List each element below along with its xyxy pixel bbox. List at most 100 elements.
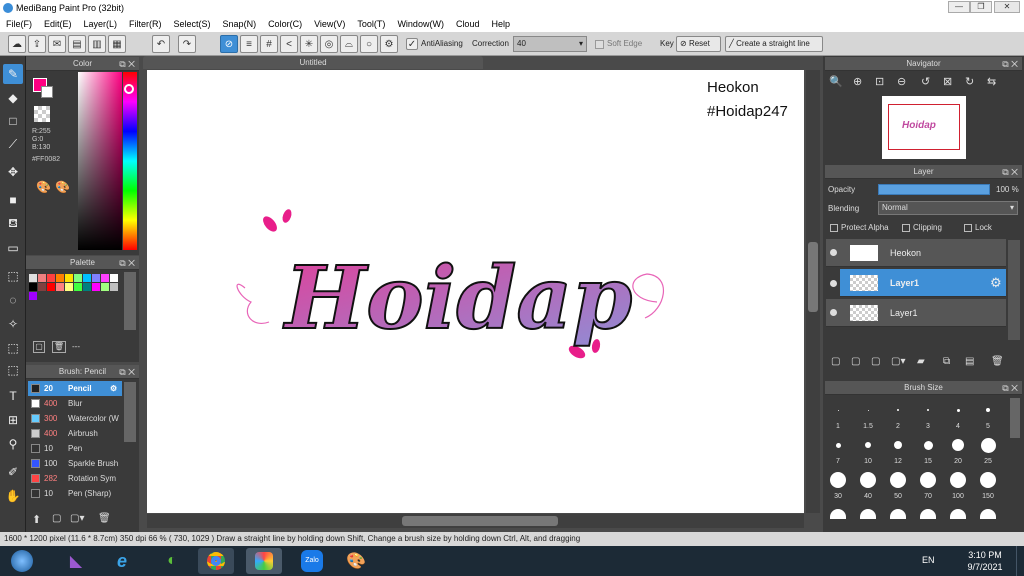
brush-size-dot[interactable] [950, 509, 966, 519]
ellipse-snap-icon[interactable]: ○ [360, 35, 378, 53]
menu-help[interactable]: Help [485, 19, 516, 29]
gear-icon[interactable]: ⚙ [990, 275, 1002, 291]
merge-layer-icon[interactable]: ▤ [965, 356, 974, 367]
brush-size-dot[interactable] [830, 472, 846, 488]
flip-icon[interactable]: ⇆ [987, 75, 996, 88]
document-icon[interactable]: ▥ [88, 35, 106, 53]
show-desktop-button[interactable] [1016, 546, 1024, 576]
close-icon[interactable]: ⧉ ✕ [1002, 165, 1018, 179]
horizontal-scroll-thumb[interactable] [402, 516, 558, 526]
palette-swatch[interactable] [83, 274, 91, 282]
parallel-snap-icon[interactable]: ≡ [240, 35, 258, 53]
rotate-left-icon[interactable]: ↺ [921, 75, 930, 88]
palette-swatch[interactable] [38, 283, 46, 291]
undo-icon[interactable]: ↶ [152, 35, 170, 53]
brush-size-dot[interactable] [952, 439, 964, 451]
palette-swatch[interactable] [110, 274, 118, 282]
brush-item[interactable]: 100 Sparkle Brush [28, 456, 122, 471]
rectangle-tool-icon[interactable]: □ [3, 111, 23, 131]
palette-swatch[interactable] [65, 274, 73, 282]
palette-swatch[interactable] [56, 283, 64, 291]
pen-tool-icon[interactable]: ✐ [3, 462, 23, 482]
zoom-in-icon[interactable]: ⊕ [853, 75, 862, 88]
eye-icon[interactable] [830, 280, 837, 287]
rotate-right-icon[interactable]: ↻ [965, 75, 974, 88]
vertical-scroll-thumb[interactable] [808, 242, 818, 312]
magic-wand-icon[interactable]: ✧ [3, 314, 23, 334]
palette-swatch[interactable] [47, 283, 55, 291]
menu-select[interactable]: Select(S) [168, 19, 217, 29]
brush-item[interactable]: 20 Pencil ⚙ [28, 381, 122, 396]
brush-size-dot[interactable] [920, 509, 936, 519]
layer-row[interactable]: Layer1 ⚙ [840, 269, 1006, 297]
palette-swatch[interactable] [65, 283, 73, 291]
brush-size-dot[interactable] [950, 472, 966, 488]
brush-item[interactable]: 400 Airbrush [28, 426, 122, 441]
palette-swatch[interactable] [29, 274, 37, 282]
brush-size-dot[interactable] [980, 472, 996, 488]
brush-size-dot[interactable] [867, 409, 869, 411]
duplicate-layer-icon[interactable]: ⧉ [943, 356, 950, 367]
redo-icon[interactable]: ↷ [178, 35, 196, 53]
no-snap-icon[interactable]: ⊘ [220, 35, 238, 53]
circle-snap-icon[interactable]: ◎ [320, 35, 338, 53]
minimize-button[interactable]: — [948, 1, 970, 13]
start-button[interactable] [4, 548, 40, 574]
edit-brush-icon[interactable]: ▢▾ [70, 513, 84, 524]
chat-icon[interactable]: ▤ [68, 35, 86, 53]
select-eraser-icon[interactable]: ⬚ [3, 360, 23, 380]
brush-item[interactable]: 282 Rotation Sym [28, 471, 122, 486]
straight-line-button[interactable]: ╱ Create a straight line [725, 36, 823, 52]
eye-icon[interactable] [830, 249, 837, 256]
close-icon[interactable]: ⧉ ✕ [119, 365, 135, 379]
palette-swatch[interactable] [101, 274, 109, 282]
brush-size-dot[interactable] [927, 409, 929, 411]
palette-swatch[interactable] [29, 292, 37, 300]
add-layer-menu-icon[interactable]: ▢▾ [891, 356, 905, 367]
reset-view-icon[interactable]: ⊠ [943, 75, 952, 88]
taskbar-ie[interactable]: e [104, 548, 140, 574]
maximize-button[interactable]: ❐ [970, 1, 992, 13]
layer-row[interactable]: Heokon [826, 239, 1006, 267]
select-pen-icon[interactable]: ⬚ [3, 338, 23, 358]
eyedropper-tool-icon[interactable]: ⚲ [3, 434, 23, 454]
navigator-thumbnail[interactable]: Hoidap [882, 96, 966, 159]
palette-edit-icon[interactable]: 🎨 [55, 180, 70, 194]
snap-settings-icon[interactable]: ⚙ [380, 35, 398, 53]
fill-rect-tool-icon[interactable]: ■ [3, 190, 23, 210]
menu-edit[interactable]: Edit(E) [38, 19, 78, 29]
brush-item[interactable]: 10 Pen [28, 441, 122, 456]
menu-snap[interactable]: Snap(N) [217, 19, 263, 29]
dot-tool-icon[interactable]: ⟋ [3, 134, 23, 154]
palette-swatch[interactable] [101, 283, 109, 291]
brush-size-dot[interactable] [865, 442, 871, 448]
new-brush-icon[interactable]: ▢ [52, 513, 61, 524]
brush-tool-icon[interactable]: ✎ [3, 64, 23, 84]
vertical-scrollbar[interactable] [806, 70, 820, 513]
taskbar-chrome[interactable] [198, 548, 234, 574]
bucket-tool-icon[interactable]: ⛾ [3, 214, 23, 234]
brush-item[interactable]: 300 Watercolor (W [28, 411, 122, 426]
zoom-out-icon[interactable]: 🔍 [829, 75, 843, 88]
hue-handle[interactable] [124, 84, 134, 94]
perspective-snap-icon[interactable]: < [280, 35, 298, 53]
menu-color[interactable]: Color(C) [262, 19, 308, 29]
antialias-checkbox[interactable]: ✓ [406, 38, 418, 50]
menu-file[interactable]: File(F) [0, 19, 38, 29]
menu-layer[interactable]: Layer(L) [78, 19, 124, 29]
palette-swatch[interactable] [29, 283, 37, 291]
menu-cloud[interactable]: Cloud [450, 19, 486, 29]
clipping-checkbox[interactable] [902, 224, 910, 232]
new-palette-icon[interactable]: ▢ [33, 341, 45, 353]
delete-palette-icon[interactable]: 🗑 [52, 341, 66, 353]
palette-swatch[interactable] [110, 283, 118, 291]
close-button[interactable]: ✕ [994, 1, 1020, 13]
lock-checkbox[interactable] [964, 224, 972, 232]
settings-doc-icon[interactable]: ▦ [108, 35, 126, 53]
text-tool-icon[interactable]: T [3, 386, 23, 406]
palette-swatch[interactable] [83, 283, 91, 291]
brush-size-dot[interactable] [890, 509, 906, 519]
add-brush-icon[interactable]: ⬆ [32, 513, 41, 526]
eye-icon[interactable] [830, 309, 837, 316]
comment-icon[interactable]: ✉ [48, 35, 66, 53]
